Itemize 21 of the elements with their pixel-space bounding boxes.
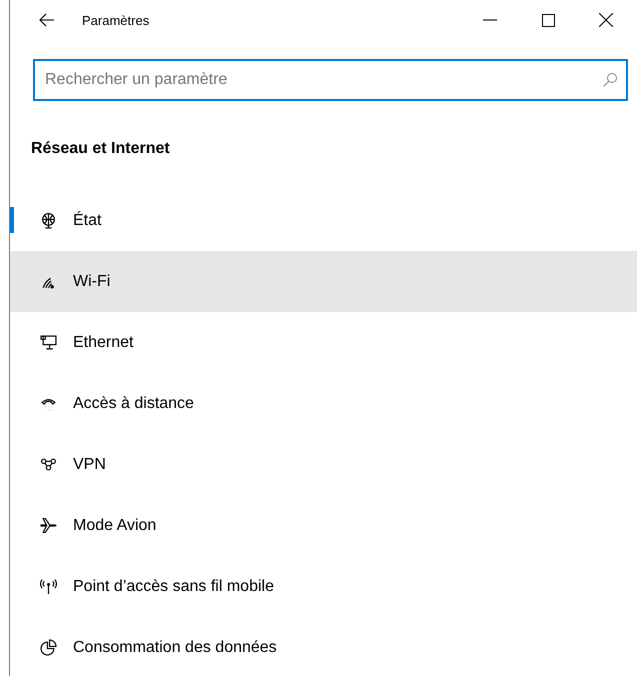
window-title: Paramètres xyxy=(82,12,150,28)
nav-item[interactable]: Point d’accès sans fil mobile xyxy=(10,556,637,617)
maximize-icon xyxy=(542,14,554,26)
section-heading: Réseau et Internet xyxy=(31,139,171,159)
nav-item[interactable]: État xyxy=(10,190,637,251)
airplane-icon xyxy=(40,517,57,534)
close-icon xyxy=(599,13,613,27)
ethernet-monitor-icon xyxy=(40,334,57,351)
search-field[interactable]: Rechercher un paramètre xyxy=(33,59,628,101)
nav-item[interactable]: Accès à distance xyxy=(10,373,637,434)
vpn-icon xyxy=(40,456,57,473)
search-icon xyxy=(602,72,618,88)
back-arrow-icon xyxy=(39,13,55,27)
nav-item[interactable]: Wi-Fi xyxy=(10,251,637,312)
nav-item[interactable]: VPN xyxy=(10,434,637,495)
hotspot-icon xyxy=(40,578,57,595)
nav-item[interactable]: Mode Avion xyxy=(10,495,637,556)
nav-item[interactable]: Ethernet xyxy=(10,312,637,373)
nav-item[interactable]: Consommation des données xyxy=(10,617,637,676)
pie-chart-icon xyxy=(40,639,57,656)
minimize-icon xyxy=(483,19,497,21)
